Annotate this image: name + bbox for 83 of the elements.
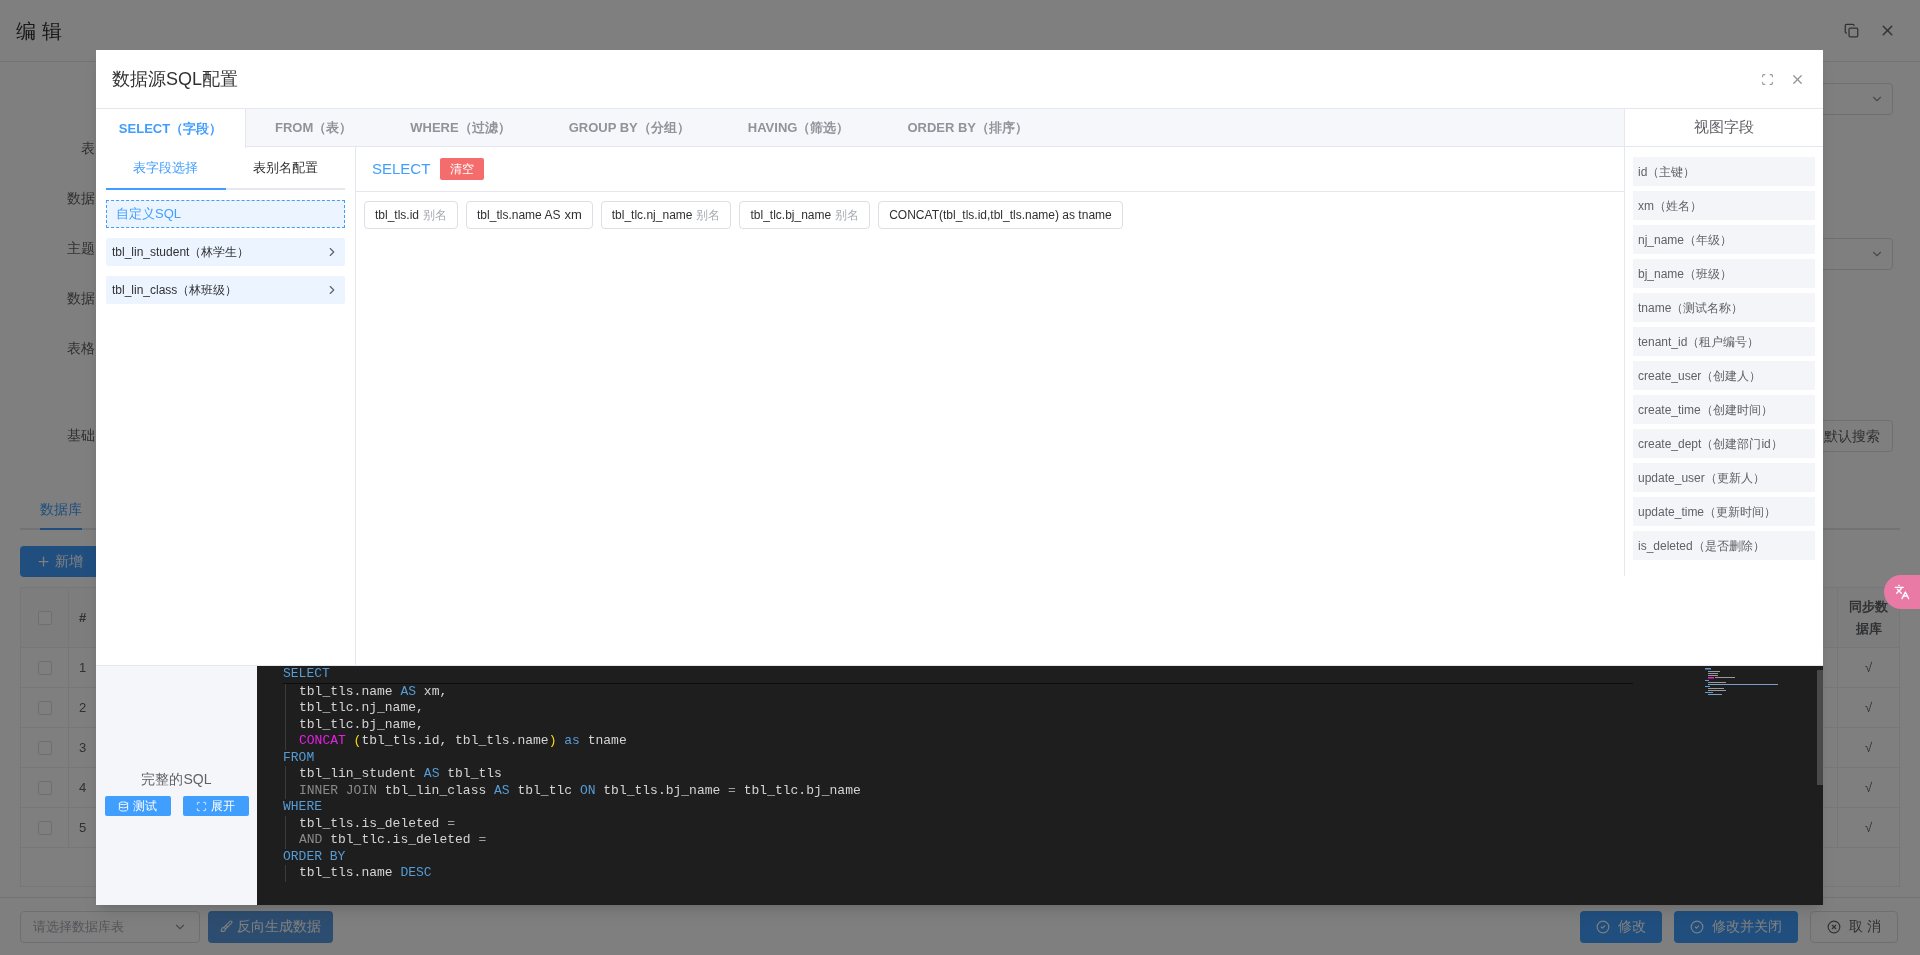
view-field-item: is_deleted（是否删除） xyxy=(1633,531,1815,560)
clause-tab[interactable]: FROM（表） xyxy=(246,109,382,147)
expand-icon xyxy=(196,800,207,812)
view-field-item: tname（测试名称） xyxy=(1633,293,1815,322)
form-label: 数据 xyxy=(67,188,95,208)
table-cell-text: 3 xyxy=(79,738,87,757)
clause-tab[interactable]: GROUP BY（分组） xyxy=(539,109,719,147)
view-field-item: create_user（创建人） xyxy=(1633,361,1815,390)
view-field-item: bj_name（班级） xyxy=(1633,259,1815,288)
field-alias-input[interactable]: tbl_tlc.bj_name 别名 xyxy=(739,201,871,229)
check-circle-icon xyxy=(1690,919,1705,934)
code-line: tbl_tlc.bj_name, xyxy=(299,716,424,732)
fullscreen-icon[interactable] xyxy=(1761,72,1774,86)
view-fields-title: 视图字段 xyxy=(1694,117,1754,138)
column-header: 同步数据库 xyxy=(1848,597,1889,638)
custom-sql-item[interactable]: 自定义SQL xyxy=(106,200,345,228)
view-field-item: xm（姓名） xyxy=(1633,191,1815,220)
view-field-item: nj_name（年级） xyxy=(1633,225,1815,254)
code-line: FROM xyxy=(283,749,315,765)
column-header: # xyxy=(79,608,87,627)
clause-tab[interactable]: SELECT（字段） xyxy=(96,109,246,148)
field-alias-input[interactable]: CONCAT(tbl_tls.id,tbl_tls.name) as tname xyxy=(878,201,1123,229)
table-item[interactable]: tbl_lin_class（林班级） xyxy=(106,276,345,304)
code-line: AND tbl_tlc.is_deleted = xyxy=(299,832,487,847)
table-cell-text: √ xyxy=(1864,698,1873,717)
table-cell-text: √ xyxy=(1864,818,1873,837)
code-line: CONCAT (tbl_tls.id, tbl_tls.name) as tname xyxy=(299,733,627,748)
field-alias-input[interactable]: tbl_tls.id 别名 xyxy=(364,201,459,229)
table-cell-text: 1 xyxy=(79,658,87,677)
footer-button[interactable]: 修改并关闭 xyxy=(1674,910,1799,943)
scrollbar-thumb[interactable] xyxy=(1817,670,1823,785)
view-field-item: id（主键） xyxy=(1633,157,1815,186)
dialog-title: 数据源SQL配置 xyxy=(112,67,239,91)
view-field-item: tenant_id（租户编号） xyxy=(1633,327,1815,356)
code-line: tbl_lin_student AS tbl_tls xyxy=(299,766,502,781)
translate-icon[interactable] xyxy=(1894,584,1910,600)
view-field-item: update_time（更新时间） xyxy=(1633,497,1815,526)
table-cell-text: √ xyxy=(1864,738,1873,757)
table-cell-text: 5 xyxy=(79,818,87,837)
field-alias-input[interactable]: tbl_tlc.nj_name 别名 xyxy=(600,201,732,229)
close-circle-icon xyxy=(1827,919,1842,934)
footer-button[interactable]: 取 消 xyxy=(1810,910,1898,943)
test-button[interactable]: 测试 xyxy=(104,796,171,816)
table-cell-text: √ xyxy=(1864,658,1873,677)
table-cell-text: 2 xyxy=(79,698,87,717)
brush-icon xyxy=(220,920,233,933)
plus-icon xyxy=(35,554,51,569)
view-field-item: create_dept（创建部门id） xyxy=(1633,429,1815,458)
sub-tab[interactable]: 表别名配置 xyxy=(225,147,345,190)
check-circle-icon xyxy=(1596,919,1611,934)
form-label: 表 xyxy=(81,138,95,158)
code-line: SELECT xyxy=(283,666,330,681)
code-line: WHERE xyxy=(283,799,322,814)
database-icon xyxy=(118,800,129,812)
table-item[interactable]: tbl_lin_student（林学生） xyxy=(106,238,345,266)
view-field-item: update_user（更新人） xyxy=(1633,463,1815,492)
field-alias-input[interactable]: tbl_tls.name AS xm xyxy=(466,201,593,229)
code-line: ORDER BY xyxy=(283,848,346,864)
page-tab[interactable]: 数据库 xyxy=(40,499,82,530)
expand-button[interactable]: 展开 xyxy=(182,796,249,816)
code-line: tbl_tls.is_deleted = xyxy=(299,815,456,831)
code-line: tbl_tls.name DESC xyxy=(299,865,432,880)
table-cell-text: 4 xyxy=(79,778,87,797)
view-field-item: create_time（创建时间） xyxy=(1633,395,1815,424)
page-title: 编 辑 xyxy=(16,18,62,44)
form-label: 基础 xyxy=(67,425,95,445)
footer-button[interactable]: 修改 xyxy=(1580,910,1663,943)
clause-label: SELECT xyxy=(372,158,431,179)
clause-tab[interactable]: ORDER BY（排序） xyxy=(878,109,1057,147)
form-label: 表格 xyxy=(67,338,95,358)
sql-title: 完整的SQL xyxy=(141,770,212,789)
clear-button[interactable]: 清空 xyxy=(440,158,485,180)
code-line: tbl_tlc.nj_name, xyxy=(299,700,424,715)
sub-tab[interactable]: 表字段选择 xyxy=(106,147,226,190)
clause-tab[interactable]: WHERE（过滤） xyxy=(381,109,540,147)
code-line: tbl_tls.name AS xm, xyxy=(299,683,448,699)
sql-editor[interactable] xyxy=(257,666,1823,905)
restore-icon[interactable] xyxy=(1844,23,1859,38)
form-label: 数据 xyxy=(67,288,95,308)
table-cell-text: √ xyxy=(1864,778,1873,797)
form-label: 主题 xyxy=(67,238,95,258)
code-line: INNER JOIN tbl_lin_class AS tbl_tlc ON tbl_tls.bj_name = tbl_tlc.bj_name xyxy=(299,782,861,798)
clause-tab[interactable]: HAVING（筛选） xyxy=(718,109,879,147)
